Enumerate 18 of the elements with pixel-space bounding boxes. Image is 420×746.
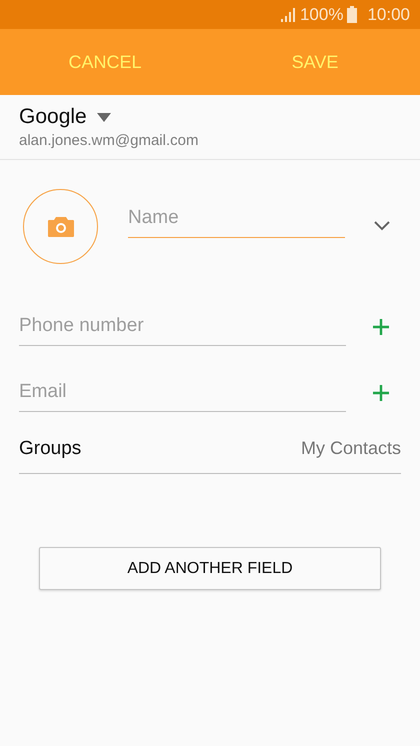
account-selector[interactable]: Google	[19, 105, 111, 129]
dropdown-icon	[96, 112, 111, 122]
clock: 10:00	[367, 4, 410, 24]
signal-icon	[280, 8, 296, 22]
add-icon	[372, 384, 390, 402]
battery-icon	[347, 6, 358, 23]
battery-percentage: 100%	[300, 4, 344, 24]
groups-label: Groups	[19, 438, 82, 460]
add-field-button[interactable]: ADD ANOTHER FIELD	[39, 547, 381, 590]
add-icon	[372, 318, 390, 336]
phone-field[interactable]: Phone number	[19, 308, 346, 346]
name-field[interactable]: Name	[128, 201, 345, 238]
groups-value: My Contacts	[300, 438, 401, 459]
account-email: alan.jones.wm@gmail.com	[19, 132, 200, 149]
groups-row[interactable]: Groups My Contacts	[19, 428, 401, 474]
camera-icon	[48, 216, 74, 236]
email-field[interactable]: Email	[19, 374, 346, 412]
expand-icon[interactable]	[374, 221, 390, 231]
